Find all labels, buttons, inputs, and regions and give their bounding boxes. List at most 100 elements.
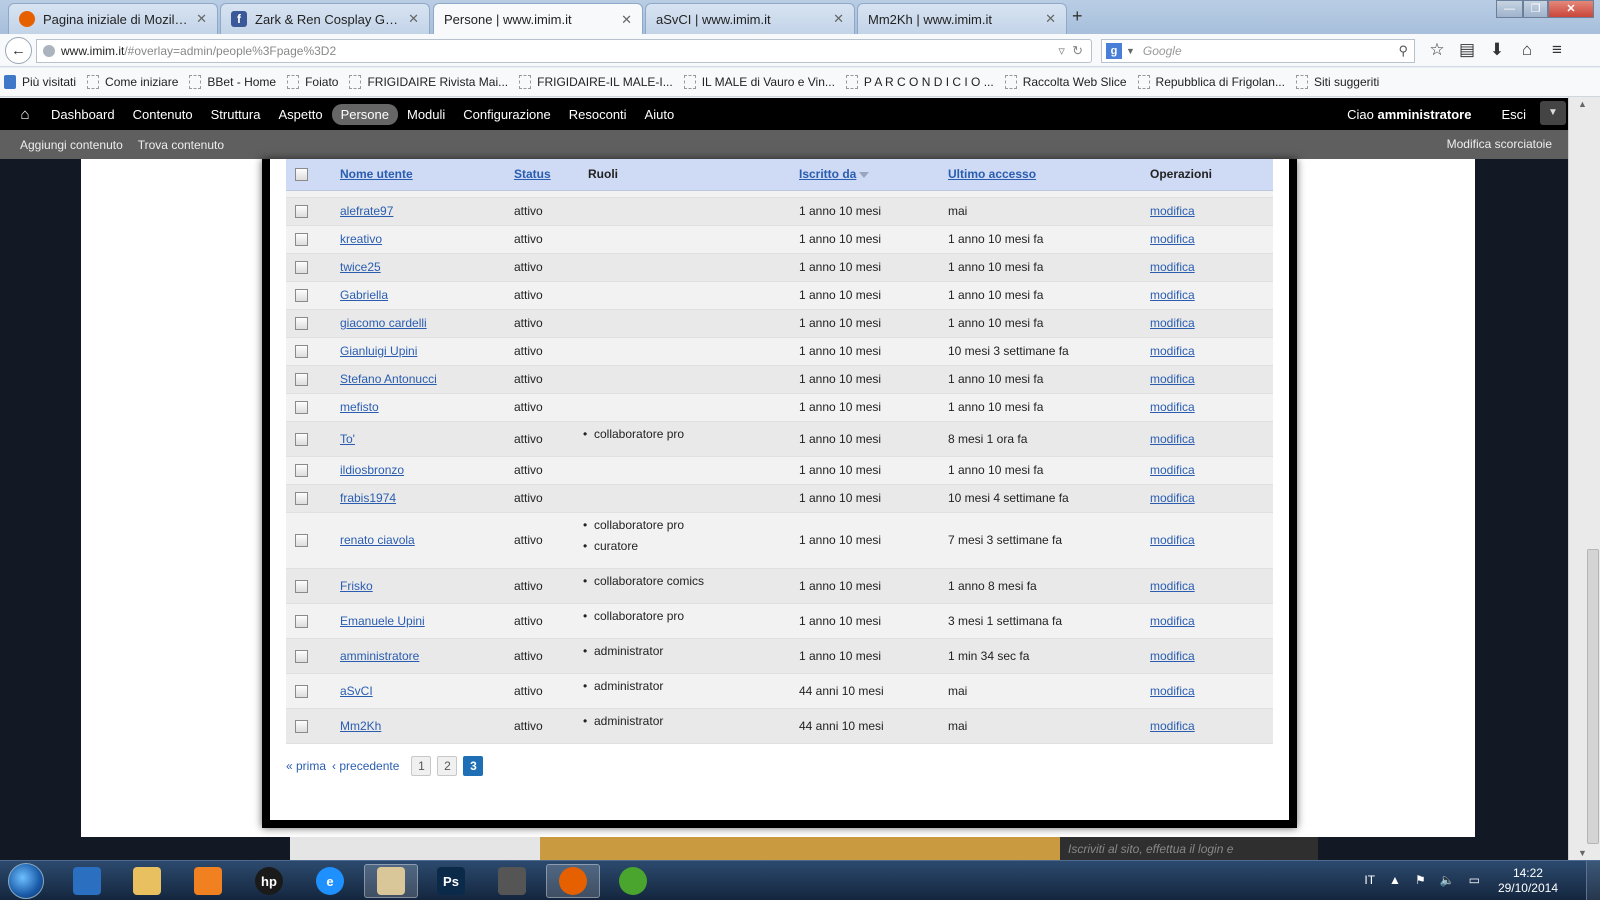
network-icon[interactable]: ▭ — [1469, 873, 1480, 887]
tray-expand-icon[interactable]: ▲ — [1389, 873, 1401, 887]
row-checkbox[interactable] — [295, 649, 308, 663]
shortcut-find-content[interactable]: Trova contenuto — [138, 138, 224, 152]
browser-tab-cosplay[interactable]: f Zark & Ren Cosplay Gallery ✕ — [220, 3, 430, 34]
username-link[interactable]: Gabriella — [340, 288, 388, 302]
search-icon[interactable]: ⚲ — [1398, 43, 1408, 59]
new-tab-plus-icon[interactable]: + — [1072, 6, 1083, 27]
row-checkbox[interactable] — [295, 492, 308, 506]
row-checkbox[interactable] — [295, 684, 308, 698]
edit-user-link[interactable]: modifica — [1150, 463, 1195, 477]
edit-user-link[interactable]: modifica — [1150, 684, 1195, 698]
start-button-icon[interactable] — [8, 863, 44, 899]
row-checkbox[interactable] — [295, 345, 308, 359]
home-icon[interactable]: ⌂ — [1512, 40, 1542, 60]
page-scrollbar[interactable]: ▲ ▼ — [1568, 97, 1600, 860]
bookmark-item[interactable]: BBet - Home — [189, 75, 276, 89]
select-all-checkbox[interactable] — [295, 168, 308, 182]
edit-user-link[interactable]: modifica — [1150, 344, 1195, 358]
edit-user-link[interactable]: modifica — [1150, 232, 1195, 246]
reading-list-icon[interactable]: ▤ — [1452, 40, 1482, 60]
browser-tab-asvci[interactable]: aSvCI | www.imim.it ✕ — [645, 3, 855, 34]
edit-user-link[interactable]: modifica — [1150, 372, 1195, 386]
scrollbar-thumb[interactable] — [1587, 549, 1599, 844]
menu-icon[interactable]: ≡ — [1542, 40, 1572, 60]
row-checkbox[interactable] — [295, 579, 308, 593]
edit-user-link[interactable]: modifica — [1150, 533, 1195, 547]
browser-tab-mozilla[interactable]: Pagina iniziale di Mozilla Fi... ✕ — [8, 3, 218, 34]
shortcut-add-content[interactable]: Aggiungi contenuto — [20, 138, 123, 152]
back-arrow-icon[interactable]: ← — [5, 37, 32, 64]
action-center-flag-icon[interactable]: ⚑ — [1415, 873, 1426, 887]
username-link[interactable]: To' — [340, 432, 355, 446]
browser-tab-mm2kh[interactable]: Mm2Kh | www.imim.it ✕ — [857, 3, 1067, 34]
username-link[interactable]: Frisko — [340, 579, 373, 593]
download-icon[interactable]: ⬇ — [1482, 40, 1512, 60]
row-checkbox[interactable] — [295, 373, 308, 387]
username-link[interactable]: Gianluigi Upini — [340, 344, 417, 358]
row-checkbox[interactable] — [295, 534, 308, 548]
sort-username-link[interactable]: Nome utente — [340, 167, 413, 181]
taskbar-app-button[interactable]: hp — [242, 864, 296, 898]
edit-user-link[interactable]: modifica — [1150, 316, 1195, 330]
search-input[interactable]: g ▼ Google ⚲ — [1101, 39, 1415, 63]
username-link[interactable]: amministratore — [340, 649, 419, 663]
taskbar-app-button[interactable] — [120, 864, 174, 898]
bookmark-item[interactable]: FRIGIDAIRE Rivista Mai... — [349, 75, 508, 89]
browser-tab-persone[interactable]: Persone | www.imim.it ✕ — [433, 3, 643, 35]
taskbar-app-button[interactable] — [364, 864, 418, 898]
chevron-down-icon[interactable]: ▼ — [1126, 46, 1135, 56]
taskbar-app-button[interactable]: Ps — [424, 864, 478, 898]
edit-user-link[interactable]: modifica — [1150, 579, 1195, 593]
row-checkbox[interactable] — [295, 401, 308, 415]
edit-user-link[interactable]: modifica — [1150, 491, 1195, 505]
toolbar-item-aspetto[interactable]: Aspetto — [269, 104, 331, 125]
row-checkbox[interactable] — [295, 432, 308, 446]
minimize-icon[interactable]: — — [1496, 0, 1523, 18]
username-link[interactable]: alefrate97 — [340, 204, 393, 218]
pager-page-1[interactable]: 1 — [411, 756, 432, 776]
shortcuts-toggle-icon[interactable]: ▼ — [1540, 101, 1566, 125]
row-checkbox[interactable] — [295, 614, 308, 628]
pager-previous-link[interactable]: ‹ precedente — [332, 759, 399, 773]
close-tab-icon[interactable]: ✕ — [833, 11, 844, 27]
bookmark-item[interactable]: Più visitati — [4, 75, 76, 89]
taskbar-app-button[interactable] — [606, 864, 660, 898]
row-checkbox[interactable] — [295, 205, 308, 219]
row-checkbox[interactable] — [295, 464, 308, 478]
address-bar[interactable]: www.imim.it /#overlay=admin/people%3Fpag… — [36, 39, 1092, 63]
row-checkbox[interactable] — [295, 719, 308, 733]
edit-user-link[interactable]: modifica — [1150, 614, 1195, 628]
taskbar-app-button[interactable] — [546, 864, 600, 898]
username-link[interactable]: kreativo — [340, 232, 382, 246]
row-checkbox[interactable] — [295, 261, 308, 275]
toolbar-item-contenuto[interactable]: Contenuto — [124, 104, 202, 125]
username-link[interactable]: giacomo cardelli — [340, 316, 427, 330]
pager-first-link[interactable]: « prima — [286, 759, 326, 773]
taskbar-app-button[interactable] — [60, 864, 114, 898]
sort-status-link[interactable]: Status — [514, 167, 551, 181]
pager-page-2[interactable]: 2 — [437, 756, 458, 776]
bookmark-item[interactable]: Come iniziare — [87, 75, 178, 89]
username-link[interactable]: Stefano Antonucci — [340, 372, 437, 386]
sort-member-for-link[interactable]: Iscritto da — [799, 167, 856, 181]
close-tab-icon[interactable]: ✕ — [196, 11, 207, 27]
bookmark-star-icon[interactable]: ☆ — [1422, 40, 1452, 60]
row-checkbox[interactable] — [295, 233, 308, 247]
toolbar-item-dashboard[interactable]: Dashboard — [42, 104, 124, 125]
bookmark-item[interactable]: Siti suggeriti — [1295, 75, 1379, 89]
row-checkbox[interactable] — [295, 289, 308, 303]
close-tab-icon[interactable]: ✕ — [621, 12, 632, 28]
home-icon[interactable]: ⌂ — [8, 106, 42, 123]
scroll-down-arrow-icon[interactable]: ▼ — [1578, 848, 1587, 858]
bookmark-item[interactable]: Foiato — [287, 75, 338, 89]
logout-link[interactable]: Esci — [1501, 107, 1526, 122]
edit-user-link[interactable]: modifica — [1150, 649, 1195, 663]
sort-last-access-link[interactable]: Ultimo accesso — [948, 167, 1036, 181]
toolbar-item-persone[interactable]: Persone — [331, 103, 398, 125]
bookmark-item[interactable]: Repubblica di Frigolan... — [1137, 75, 1285, 89]
username-link[interactable]: Emanuele Upini — [340, 614, 425, 628]
scroll-up-arrow-icon[interactable]: ▲ — [1578, 99, 1587, 109]
edit-user-link[interactable]: modifica — [1150, 432, 1195, 446]
taskbar-app-button[interactable] — [485, 864, 539, 898]
system-clock[interactable]: 14:22 29/10/2014 — [1498, 866, 1558, 896]
